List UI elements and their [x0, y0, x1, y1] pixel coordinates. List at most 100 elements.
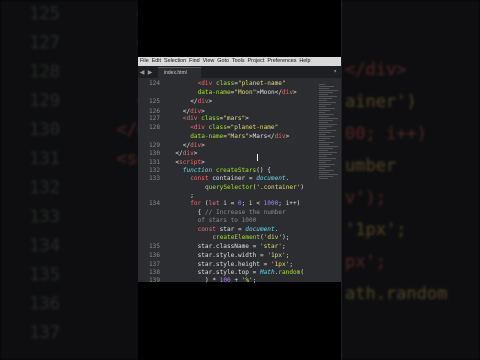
minimap-line	[319, 152, 337, 153]
code-line: <div class="mars">	[182, 115, 249, 122]
code-line: star.style.width = '1px';	[197, 252, 290, 259]
minimap-line	[319, 108, 335, 109]
line-number: 136	[148, 252, 160, 259]
minimap-line	[319, 140, 325, 141]
right-letterbox	[342, 0, 480, 360]
minimap-line	[319, 86, 334, 87]
code-line: const container = document.	[190, 175, 290, 182]
code-line: data-name="Mars">Mars</div>	[190, 133, 290, 140]
minimap-line	[319, 138, 330, 139]
code-line: </div>	[175, 150, 198, 157]
minimap-line	[319, 132, 331, 133]
minimap-line	[319, 126, 332, 127]
line-number: 129	[148, 142, 160, 149]
line-number: 131	[148, 159, 160, 166]
code-line: ) * 100 + '%';	[205, 277, 257, 284]
minimap-line	[319, 146, 338, 147]
menu-item-file[interactable]: File	[140, 57, 149, 66]
code-editor[interactable]: 124 125 126 127 128 129 130 131 132 133 134 135 136 1…	[138, 78, 341, 284]
code-line: data-name="Moon">Moon</div>	[197, 89, 297, 96]
menu-item-project[interactable]: Project	[248, 57, 265, 66]
minimap-line	[319, 116, 329, 117]
minimap-line	[319, 154, 332, 155]
menu-item-edit[interactable]: Edit	[152, 57, 161, 66]
menu-item-find[interactable]: Find	[189, 57, 200, 66]
line-number: 137	[148, 261, 160, 268]
menu-item-view[interactable]: View	[203, 57, 215, 66]
tab-bar: ◀ ▶ index.html ▾	[138, 66, 341, 78]
left-letterbox	[0, 0, 138, 360]
minimap-line	[319, 130, 336, 131]
minimap-line	[319, 88, 329, 89]
code-line: createElement('div');	[212, 234, 290, 241]
minimap-line	[319, 114, 334, 115]
minimap-line	[319, 100, 327, 101]
menu-item-selection[interactable]: Selection	[164, 57, 186, 66]
minimap-line	[319, 168, 325, 169]
code-line: star.className = 'star';	[197, 243, 286, 250]
editor-window: File Edit Selection Find View Goto Tools Projec…	[138, 0, 341, 360]
minimap-line	[319, 174, 338, 175]
code-line: </div>	[182, 142, 205, 149]
minimap-line	[319, 102, 336, 103]
minimap-line	[319, 94, 328, 95]
minimap-line	[319, 142, 334, 143]
minimap-line	[319, 92, 333, 93]
line-number-gutter: 124 125 126 127 128 129 130 131 132 133 134 135 136 1…	[138, 78, 162, 284]
menu-bar: File Edit Selection Find View Goto Tools Projec…	[138, 57, 341, 66]
minimap-line	[319, 178, 328, 179]
minimap-line	[319, 96, 337, 97]
menu-item-goto[interactable]: Goto	[217, 57, 229, 66]
minimap-line	[319, 162, 326, 163]
menu-item-tools[interactable]: Tools	[232, 57, 245, 66]
tab-dropdown-icon[interactable]: ▾	[333, 66, 337, 78]
minimap-line	[319, 98, 332, 99]
minimap-line	[319, 176, 333, 177]
code-line: ;	[190, 192, 194, 199]
minimap-line	[319, 104, 331, 105]
code-line: <script>	[175, 159, 205, 166]
minimap-line	[319, 110, 330, 111]
minimap-line	[319, 124, 337, 125]
line-number: 139	[148, 277, 160, 284]
line-number: 132	[148, 167, 160, 174]
minimap-line	[319, 134, 326, 135]
tab-nav-left-icon[interactable]: ◀	[138, 69, 146, 76]
code-line: { // Increase the number	[197, 209, 286, 216]
minimap-line	[319, 84, 325, 85]
code-line: for (let i = 0; i < 1000; i++)	[190, 200, 301, 207]
menu-item-preferences[interactable]: Preferences	[267, 57, 296, 66]
code-line: querySelector('.container')	[205, 184, 305, 191]
line-number: 126	[148, 108, 160, 115]
minimap-line	[319, 128, 327, 129]
minimap-line	[319, 164, 335, 165]
tab-nav-right-icon[interactable]: ▶	[146, 69, 154, 76]
menu-item-help[interactable]: Help	[299, 57, 310, 66]
text-cursor	[257, 154, 258, 161]
line-number: 125	[148, 98, 160, 105]
minimap-line	[319, 156, 327, 157]
minimap-line	[319, 120, 333, 121]
minimap[interactable]	[319, 84, 339, 184]
minimap-line	[319, 144, 329, 145]
minimap-line	[319, 150, 328, 151]
line-number: 138	[148, 269, 160, 276]
line-number: 128	[148, 124, 160, 131]
tab-index-html[interactable]: index.html	[158, 66, 201, 78]
minimap-line	[319, 136, 335, 137]
code-line: <div class="planet-name"	[197, 80, 286, 87]
minimap-line	[319, 118, 338, 119]
minimap-line	[319, 160, 331, 161]
minimap-line	[319, 106, 326, 107]
code-line: star.style.height = '1px';	[197, 261, 293, 268]
code-line: <div class="planet-name"	[190, 124, 279, 131]
line-number: 130	[148, 150, 160, 157]
code-line: const star = document.	[197, 226, 279, 233]
code-line: star.style.top = Math.random(	[197, 269, 305, 276]
minimap-line	[319, 148, 333, 149]
minimap-line	[319, 122, 328, 123]
code-line: </div>	[182, 108, 205, 115]
code-line: of stars to 1000	[197, 217, 257, 224]
line-number: 127	[148, 115, 160, 122]
code-area[interactable]: <div class="planet-name" data-name="Moon"…	[168, 78, 318, 284]
